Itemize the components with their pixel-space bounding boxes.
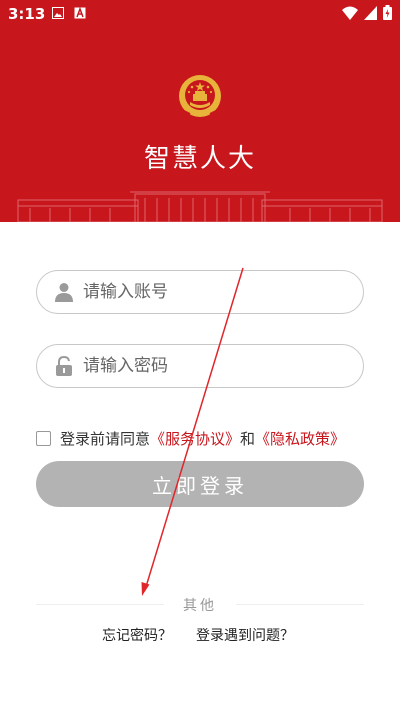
lock-icon xyxy=(56,356,72,376)
status-right-icons xyxy=(342,5,392,20)
other-label: 其他 xyxy=(183,598,217,614)
status-time: 3:13 xyxy=(8,5,46,23)
agree-and-text: 和 xyxy=(240,429,256,448)
forgot-password-link[interactable]: 忘记密码？ xyxy=(102,625,172,645)
privacy-policy-link[interactable]: 《隐私政策》 xyxy=(255,428,345,449)
account-field[interactable] xyxy=(36,270,364,314)
service-agreement-link[interactable]: 《服务协议》 xyxy=(150,428,240,449)
login-button[interactable]: 立即登录 xyxy=(36,461,364,507)
agreement-row: 登录前请同意 《服务协议》 和 《隐私政策》 xyxy=(36,428,345,448)
national-emblem-icon xyxy=(179,75,221,117)
signal-icon xyxy=(364,5,377,20)
user-icon xyxy=(55,283,73,302)
login-problem-link[interactable]: 登录遇到问题？ xyxy=(196,625,294,645)
building-silhouette xyxy=(17,191,383,222)
agree-prefix-text: 登录前请同意 xyxy=(60,429,151,448)
password-input[interactable] xyxy=(81,355,325,377)
a-icon xyxy=(74,7,86,19)
battery-icon xyxy=(383,5,392,20)
agree-checkbox[interactable] xyxy=(36,430,51,446)
account-input[interactable] xyxy=(81,281,325,303)
status-bar: 3:13 xyxy=(0,0,400,28)
app-title: 智慧人大 xyxy=(143,144,256,174)
image-icon xyxy=(52,7,64,19)
password-field[interactable] xyxy=(36,344,364,388)
header-banner: 3:13 智慧人大 xyxy=(0,0,400,222)
wifi-icon xyxy=(342,6,358,20)
